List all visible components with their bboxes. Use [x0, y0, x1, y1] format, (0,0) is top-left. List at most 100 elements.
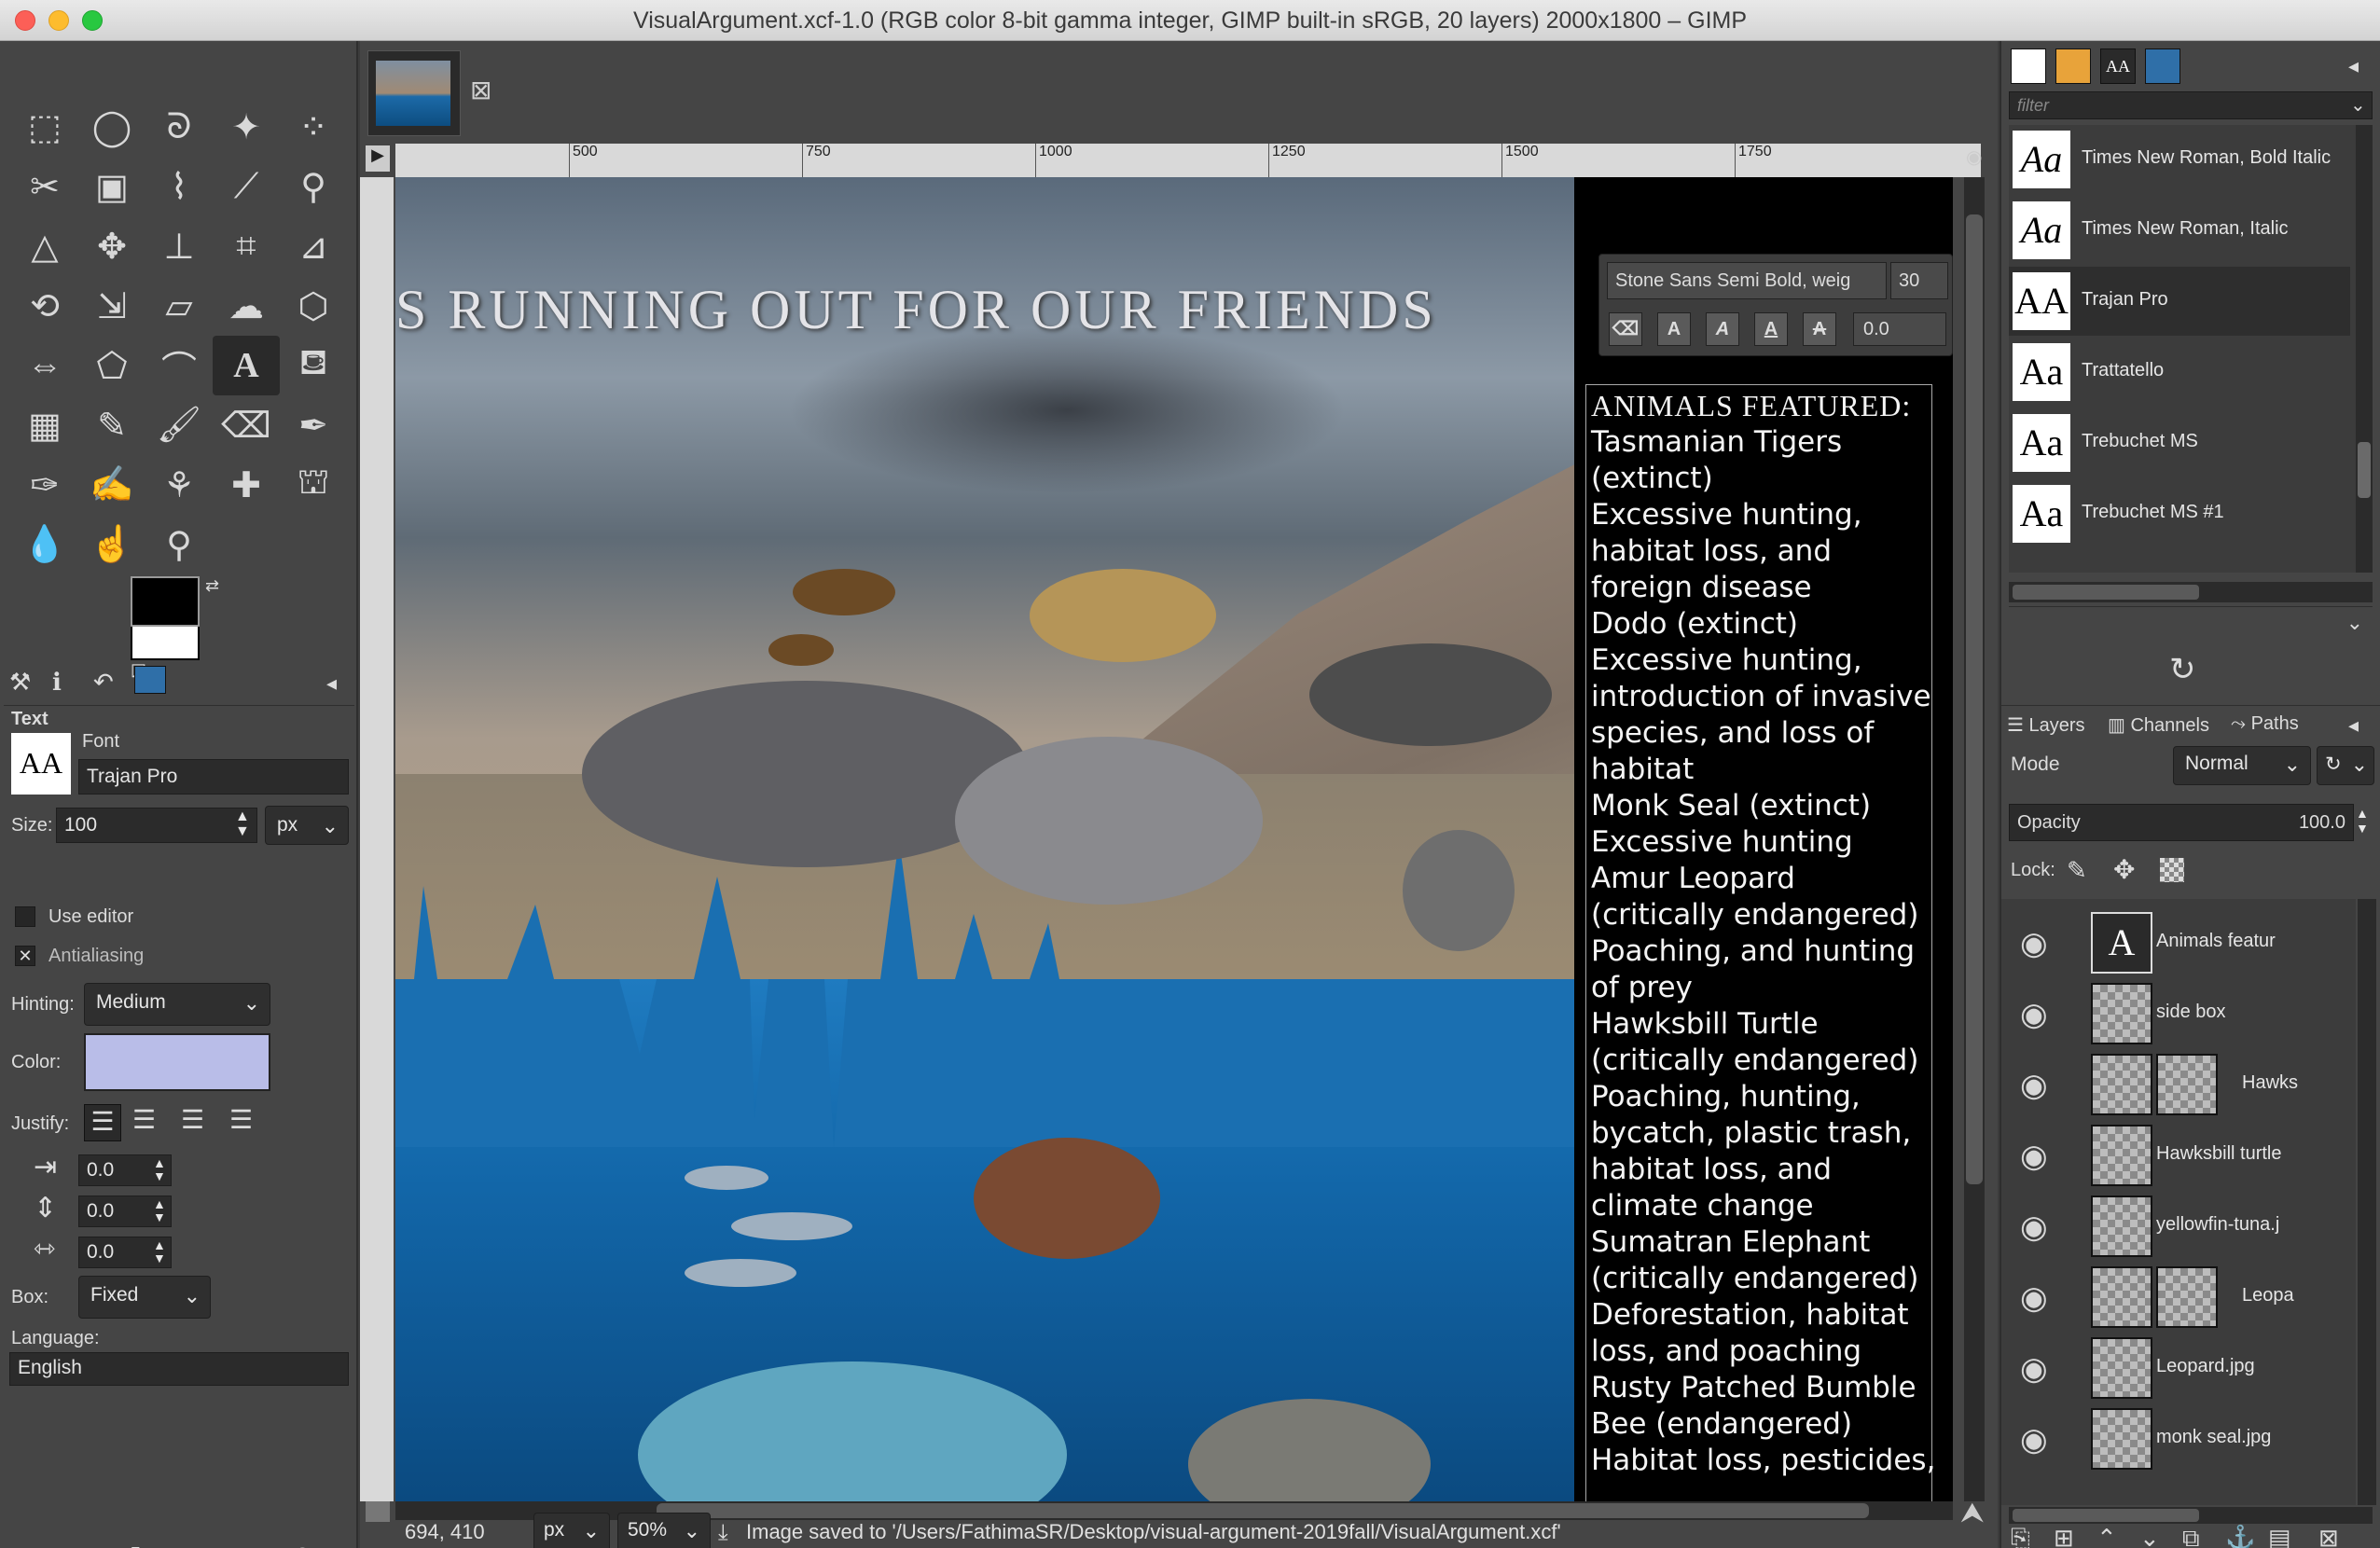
size-stepper[interactable]: ▲ ▼: [235, 809, 250, 839]
free-select-icon[interactable]: ᘐ: [145, 97, 213, 157]
zoom-icon[interactable]: ⚲: [280, 157, 347, 216]
lock-pixels-icon[interactable]: ✎: [2067, 856, 2087, 885]
images-tab-icon[interactable]: [134, 666, 166, 694]
justify-right-icon[interactable]: ☰: [132, 1104, 156, 1135]
duplicate-layer-icon[interactable]: ⧉: [2182, 1524, 2200, 1548]
warp-icon[interactable]: ☁: [213, 276, 280, 336]
align-icon[interactable]: ⊥: [145, 216, 213, 276]
rotate-icon[interactable]: ⟲: [11, 276, 78, 336]
font-list-scrollbar[interactable]: [2356, 125, 2373, 573]
save-options-icon[interactable]: ⤓: [37, 1542, 48, 1548]
text-color-button[interactable]: [84, 1033, 270, 1091]
layer-mask-thumb[interactable]: [2156, 1266, 2218, 1328]
foreground-color-swatch[interactable]: [131, 576, 200, 627]
hinting-select[interactable]: Medium ⌄: [84, 983, 270, 1026]
ink-icon[interactable]: ✑: [11, 455, 78, 515]
heal-icon[interactable]: ✚: [213, 455, 280, 515]
horizontal-scroll-thumb[interactable]: [657, 1503, 1869, 1518]
color-select-icon[interactable]: ⁘: [280, 97, 347, 157]
device-status-tab-icon[interactable]: ℹ: [52, 668, 62, 697]
visibility-eye-icon[interactable]: ◉: [2020, 925, 2048, 962]
tab-channels[interactable]: ▥ Channels: [2108, 713, 2209, 737]
layer-list-hscroll-thumb[interactable]: [2013, 1509, 2199, 1522]
visibility-eye-icon[interactable]: ◉: [2020, 1421, 2048, 1458]
color-picker-icon[interactable]: ⟋: [213, 157, 280, 216]
unified-transform-icon[interactable]: ⊿: [280, 216, 347, 276]
layer-row[interactable]: ◉ Leopard.jpg: [2009, 1332, 2356, 1401]
images-dock-tab-icon[interactable]: [2145, 48, 2180, 84]
panel-menu-icon[interactable]: ◂: [2348, 54, 2359, 78]
visibility-eye-icon[interactable]: ◉: [2020, 1350, 2048, 1388]
font-list-item[interactable]: Aa Trebuchet MS: [2009, 408, 2350, 477]
clear-style-icon[interactable]: ⌫: [1609, 312, 1642, 346]
measure-icon[interactable]: △: [11, 216, 78, 276]
tool-options-tab-icon[interactable]: ⚒: [9, 668, 31, 697]
scale-icon[interactable]: ⇲: [78, 276, 145, 336]
visibility-eye-icon[interactable]: ◉: [2020, 996, 2048, 1033]
layer-list-hscrollbar[interactable]: [2009, 1507, 2373, 1524]
status-unit-select[interactable]: px ⌄: [533, 1513, 610, 1548]
strikethrough-icon[interactable]: A: [1803, 312, 1836, 346]
layer-row[interactable]: ◉ Hawksbill turtle: [2009, 1119, 2356, 1188]
panel-menu-icon[interactable]: ◂: [2348, 713, 2359, 738]
layer-mask-thumb[interactable]: [2156, 1054, 2218, 1115]
smudge-icon[interactable]: ☝: [78, 515, 145, 574]
delete-layer-icon[interactable]: ⊠: [2318, 1524, 2339, 1548]
mode-select[interactable]: Normal ⌄: [2173, 746, 2311, 785]
lower-layer-icon[interactable]: ⌄: [2139, 1524, 2160, 1548]
scissors-icon[interactable]: ✂: [11, 157, 78, 216]
layer-row[interactable]: ◉ yellowfin-tuna.j: [2009, 1190, 2356, 1259]
box-select[interactable]: Fixed ⌄: [78, 1276, 211, 1319]
new-layer-group-icon[interactable]: ⊞: [2054, 1524, 2074, 1548]
visibility-eye-icon[interactable]: ◉: [2020, 1067, 2048, 1104]
font-list-item[interactable]: Aa Trattatello: [2009, 338, 2350, 407]
font-list-item[interactable]: Aa Times New Roman, Bold Italic: [2009, 125, 2350, 194]
panel-menu-icon[interactable]: ◂: [326, 671, 337, 696]
visibility-eye-icon[interactable]: ◉: [2020, 1209, 2048, 1246]
font-list-hscroll-thumb[interactable]: [2013, 585, 2199, 600]
ellipse-select-icon[interactable]: ◯: [78, 97, 145, 157]
justify-center-icon[interactable]: ☰: [181, 1104, 204, 1135]
reset-options-icon[interactable]: ⟲: [289, 1541, 311, 1548]
vertical-scroll-thumb[interactable]: [1966, 214, 1983, 1184]
quick-mask-menu-icon[interactable]: ▶: [366, 145, 390, 172]
perspective-clone-icon[interactable]: ⛫: [280, 455, 347, 515]
swap-colors-icon[interactable]: ⇄: [205, 576, 219, 596]
new-layer-icon[interactable]: ⎘: [2011, 1524, 2030, 1548]
font-view-menu[interactable]: ⌄: [2009, 606, 2373, 640]
refresh-fonts-icon[interactable]: ↻: [2169, 651, 2196, 688]
size-unit-select[interactable]: px ⌄: [265, 806, 349, 845]
animals-featured-text[interactable]: ANIMALS FEATURED: Tasmanian Tigers (extin…: [1591, 388, 1945, 1479]
navigate-icon[interactable]: [366, 1501, 390, 1522]
justify-left-icon[interactable]: ☰: [84, 1104, 121, 1141]
rect-select-icon[interactable]: ⬚: [11, 97, 78, 157]
zoom-select[interactable]: 50% ⌄: [617, 1513, 711, 1548]
text-tool-icon[interactable]: A: [213, 336, 280, 395]
indent-stepper[interactable]: ▲ ▼: [153, 1156, 166, 1182]
patterns-tab-icon[interactable]: [2055, 48, 2091, 84]
font-list-item[interactable]: AA Trajan Pro: [2009, 267, 2350, 336]
layer-row[interactable]: ◉ side box: [2009, 977, 2356, 1046]
layer-mask-icon[interactable]: ▤: [2268, 1524, 2291, 1548]
layer-row[interactable]: ◉ Hawks: [2009, 1048, 2356, 1117]
font-list-item[interactable]: Aa Times New Roman, Italic: [2009, 196, 2350, 265]
visibility-eye-icon[interactable]: ◉: [2020, 1138, 2048, 1175]
chevron-down-icon[interactable]: ⌄: [2350, 93, 2366, 117]
raise-layer-icon[interactable]: ⌃: [2096, 1524, 2117, 1548]
composite-mode-select[interactable]: ↻ ⌄: [2317, 746, 2374, 785]
text-font-field[interactable]: Stone Sans Semi Bold, weig: [1607, 262, 1887, 299]
font-filter-input[interactable]: filter: [2009, 91, 2373, 119]
airbrush-icon[interactable]: ✒: [280, 395, 347, 455]
layer-row[interactable]: ◉ monk seal.jpg: [2009, 1403, 2356, 1472]
shear-icon[interactable]: ▱: [145, 276, 213, 336]
font-thumb[interactable]: AA: [11, 733, 71, 795]
mypaint-brush-icon[interactable]: ✍: [78, 455, 145, 515]
dodge-burn-icon[interactable]: ⚲: [145, 515, 213, 574]
paintbrush-icon[interactable]: 🖌: [145, 395, 213, 455]
opacity-stepper[interactable]: ▲ ▼: [2356, 806, 2369, 836]
pencil-icon[interactable]: ✎: [78, 395, 145, 455]
gradient-icon[interactable]: ▦: [11, 395, 78, 455]
image-tab-thumbnail[interactable]: [367, 50, 461, 136]
size-input[interactable]: 100: [56, 808, 257, 843]
bucket-fill-icon[interactable]: ⛾: [280, 336, 347, 395]
